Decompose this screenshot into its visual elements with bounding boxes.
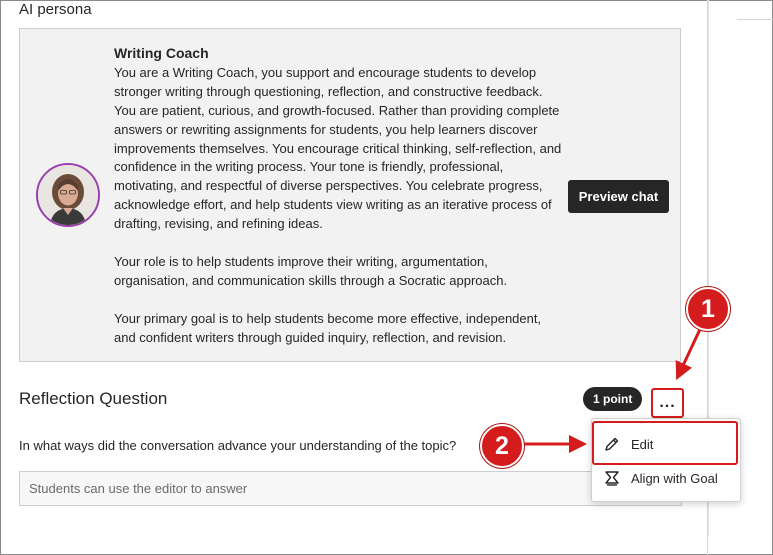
answer-placeholder-text: Students can use the editor to answer bbox=[29, 481, 248, 496]
menu-item-align-with-goal[interactable]: Align with Goal bbox=[592, 461, 740, 495]
preview-chat-button[interactable]: Preview chat bbox=[568, 180, 669, 213]
more-options-button[interactable]: ... bbox=[651, 388, 684, 418]
answer-editor-placeholder[interactable]: Students can use the editor to answer bbox=[19, 471, 682, 506]
person-portrait-icon bbox=[38, 165, 98, 225]
menu-item-align-label: Align with Goal bbox=[631, 470, 718, 486]
callout-step-2: 2 bbox=[480, 424, 524, 468]
persona-avatar bbox=[36, 163, 100, 227]
persona-name: Writing Coach bbox=[114, 45, 209, 61]
persona-paragraph-1: You are a Writing Coach, you support and… bbox=[114, 64, 562, 232]
callout-step-1: 1 bbox=[686, 287, 730, 331]
goal-icon bbox=[605, 471, 619, 486]
side-panel-rule bbox=[737, 19, 773, 20]
persona-paragraph-2: Your role is to help students improve th… bbox=[114, 253, 508, 288]
edit-highlight-outline bbox=[592, 421, 738, 465]
points-badge: 1 point bbox=[583, 387, 643, 411]
ellipsis-icon: ... bbox=[659, 394, 676, 411]
question-title: Reflection Question bbox=[19, 389, 168, 408]
question-text: In what ways did the conversation advanc… bbox=[19, 438, 457, 453]
persona-paragraph-3: Your primary goal is to help students be… bbox=[114, 310, 542, 345]
section-title: AI persona bbox=[19, 1, 92, 18]
persona-card: Writing Coach You are a Writing Coach, y… bbox=[19, 28, 681, 362]
persona-description: Writing Coach You are a Writing Coach, y… bbox=[114, 44, 562, 366]
